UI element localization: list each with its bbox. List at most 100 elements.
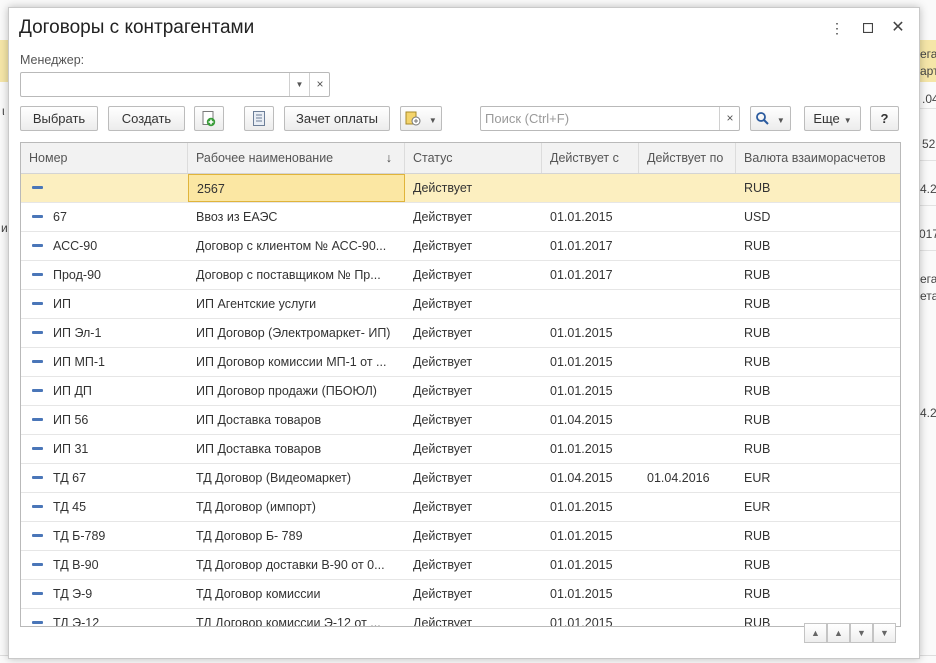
table-row[interactable]: ТД 67 ТД Договор (Видеомаркет) Действует 01… [21, 464, 900, 493]
cell-status[interactable]: Действует [405, 377, 542, 405]
cell-valid-to[interactable] [639, 232, 736, 260]
cell-valid-to[interactable] [639, 203, 736, 231]
cell-name[interactable]: ТД Договор Б- 789 [188, 522, 405, 550]
cell-number[interactable]: ТД Э-12 [21, 609, 188, 626]
cell-number[interactable]: ИП ДП [21, 377, 188, 405]
cell-valid-from[interactable]: 01.01.2015 [542, 551, 639, 579]
scroll-bottom-icon[interactable]: ▼ [873, 623, 896, 643]
cell-status[interactable]: Действует [405, 261, 542, 289]
cell-valid-from[interactable]: 01.01.2017 [542, 232, 639, 260]
cell-status[interactable]: Действует [405, 203, 542, 231]
cell-currency[interactable]: RUB [736, 319, 900, 347]
cell-status[interactable]: Действует [405, 319, 542, 347]
column-header-status[interactable]: Статус [405, 143, 542, 173]
table-row[interactable]: 67 Ввоз из ЕАЭС Действует 01.01.2015 USD [21, 203, 900, 232]
cell-status[interactable]: Действует [405, 290, 542, 318]
cell-currency[interactable]: RUB [736, 522, 900, 550]
cell-valid-to[interactable] [639, 290, 736, 318]
cell-valid-to[interactable] [639, 319, 736, 347]
cell-number[interactable]: Прод-90 [21, 261, 188, 289]
more-button[interactable]: Еще ▼ [804, 106, 861, 131]
column-header-currency[interactable]: Валюта взаиморасчетов [736, 143, 900, 173]
cell-valid-to[interactable] [639, 377, 736, 405]
cell-valid-from[interactable]: 01.01.2017 [542, 261, 639, 289]
cell-number[interactable]: ИП 31 [21, 435, 188, 463]
cell-number[interactable]: 67 [21, 203, 188, 231]
cell-valid-from[interactable]: 01.04.2015 [542, 406, 639, 434]
cell-currency[interactable]: RUB [736, 580, 900, 608]
cell-valid-to[interactable] [639, 348, 736, 376]
cell-valid-from[interactable]: 01.01.2015 [542, 377, 639, 405]
cell-name[interactable]: ТД Договор (Видеомаркет) [188, 464, 405, 492]
cell-valid-from[interactable]: 01.01.2015 [542, 203, 639, 231]
cell-number[interactable]: ИП [21, 290, 188, 318]
create-button[interactable]: Создать [108, 106, 185, 131]
cell-currency[interactable]: RUB [736, 261, 900, 289]
cell-number[interactable] [21, 174, 188, 202]
search-input[interactable] [481, 107, 725, 130]
manager-input[interactable] [21, 73, 294, 96]
chevron-down-icon[interactable]: ▼ [289, 73, 309, 96]
cell-name[interactable]: ИП Договор продажи (ПБОЮЛ) [188, 377, 405, 405]
cell-valid-from[interactable] [542, 290, 639, 318]
cell-valid-from[interactable]: 01.01.2015 [542, 348, 639, 376]
cell-currency[interactable]: RUB [736, 406, 900, 434]
table-row[interactable]: 2567 Действует RUB [21, 174, 900, 203]
cell-name[interactable]: ТД Договор доставки В-90 от 0... [188, 551, 405, 579]
cell-valid-from[interactable]: 01.01.2015 [542, 319, 639, 347]
cell-name[interactable]: ИП Договор (Электромаркет- ИП) [188, 319, 405, 347]
cell-number[interactable]: ИП МП-1 [21, 348, 188, 376]
column-header-valid-to[interactable]: Действует по [639, 143, 736, 173]
add-copy-button[interactable] [194, 106, 224, 131]
cell-status[interactable]: Действует [405, 522, 542, 550]
close-icon[interactable]: ✕ [890, 20, 906, 36]
table-row[interactable]: ИП 56 ИП Доставка товаров Действует 01.04.2… [21, 406, 900, 435]
cell-valid-to[interactable] [639, 609, 736, 626]
table-row[interactable]: ТД В-90 ТД Договор доставки В-90 от 0... Д… [21, 551, 900, 580]
cell-status[interactable]: Действует [405, 551, 542, 579]
scroll-top-icon[interactable]: ▲ [804, 623, 827, 643]
table-row[interactable]: ИП 31 ИП Доставка товаров Действует 01.01.2… [21, 435, 900, 464]
cell-status[interactable]: Действует [405, 580, 542, 608]
cell-name[interactable]: ИП Агентские услуги [188, 290, 405, 318]
cell-status[interactable]: Действует [405, 493, 542, 521]
cell-currency[interactable]: RUB [736, 232, 900, 260]
cell-name[interactable]: Ввоз из ЕАЭС [188, 203, 405, 231]
table-row[interactable]: ИП Эл-1 ИП Договор (Электромаркет- ИП) Дей… [21, 319, 900, 348]
cell-status[interactable]: Действует [405, 174, 542, 202]
cell-status[interactable]: Действует [405, 348, 542, 376]
cell-name[interactable]: ИП Договор комиссии МП-1 от ... [188, 348, 405, 376]
cell-currency[interactable]: RUB [736, 377, 900, 405]
cell-currency[interactable]: RUB [736, 435, 900, 463]
cell-number[interactable]: ИП 56 [21, 406, 188, 434]
cell-currency[interactable]: RUB [736, 551, 900, 579]
cell-name[interactable]: ТД Договор комиссии [188, 580, 405, 608]
cell-valid-to[interactable] [639, 261, 736, 289]
cell-currency[interactable]: RUB [736, 174, 900, 202]
cell-name[interactable]: ИП Доставка товаров [188, 406, 405, 434]
cell-name[interactable]: Договор с клиентом № АСС-90... [188, 232, 405, 260]
cell-number[interactable]: ТД Б-789 [21, 522, 188, 550]
cell-name[interactable]: 2567 [188, 174, 405, 202]
cell-name[interactable]: Договор с поставщиком № Пр... [188, 261, 405, 289]
cell-valid-from[interactable]: 01.04.2015 [542, 464, 639, 492]
cell-valid-to[interactable] [639, 406, 736, 434]
cell-currency[interactable]: RUB [736, 290, 900, 318]
clear-icon[interactable]: × [309, 73, 330, 96]
cell-number[interactable]: ТД В-90 [21, 551, 188, 579]
select-button[interactable]: Выбрать [20, 106, 98, 131]
cell-valid-to[interactable] [639, 580, 736, 608]
scroll-down-icon[interactable]: ▼ [850, 623, 873, 643]
cell-valid-from[interactable]: 01.01.2015 [542, 522, 639, 550]
clear-icon[interactable]: × [719, 107, 740, 130]
cell-number[interactable]: ТД 45 [21, 493, 188, 521]
help-button[interactable]: ? [870, 106, 899, 131]
table-row[interactable]: ТД 45 ТД Договор (импорт) Действует 01.01.2… [21, 493, 900, 522]
table-row[interactable]: ИП МП-1 ИП Договор комиссии МП-1 от ... Де… [21, 348, 900, 377]
cell-status[interactable]: Действует [405, 406, 542, 434]
cell-status[interactable]: Действует [405, 232, 542, 260]
column-header-valid-from[interactable]: Действует с [542, 143, 639, 173]
cell-status[interactable]: Действует [405, 609, 542, 626]
cell-valid-to[interactable] [639, 522, 736, 550]
scroll-up-icon[interactable]: ▲ [827, 623, 850, 643]
